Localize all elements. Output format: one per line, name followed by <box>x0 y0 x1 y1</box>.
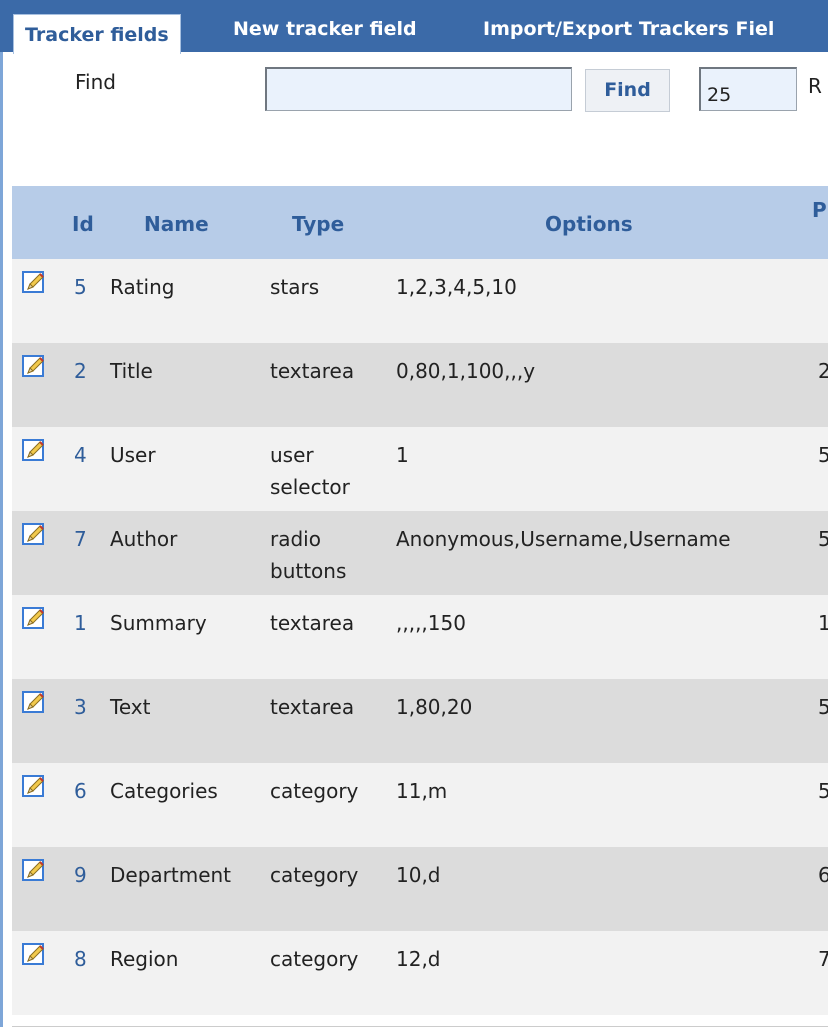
table-row: 5 Rating stars 1,2,3,4,5,10 <box>12 259 828 343</box>
row-type: category <box>270 947 359 971</box>
row-options: ,,,,,150 <box>396 611 466 635</box>
row-options: Anonymous,Username,Username <box>396 527 731 551</box>
row-type: category <box>270 863 359 887</box>
row-id-link[interactable]: 9 <box>74 859 87 891</box>
edit-pencil-icon[interactable] <box>22 607 46 631</box>
edit-pencil-icon[interactable] <box>22 355 46 379</box>
find-input[interactable] <box>265 67 572 111</box>
header-name[interactable]: Name <box>144 212 209 236</box>
max-records-label: R <box>808 74 822 98</box>
row-name: Text <box>110 695 151 719</box>
row-options: 11,m <box>396 779 448 803</box>
row-id-link[interactable]: 2 <box>74 355 87 387</box>
edit-pencil-icon[interactable] <box>22 691 46 715</box>
row-type: category <box>270 779 359 803</box>
row-type: textarea <box>270 359 355 383</box>
row-position: 7 <box>818 947 828 971</box>
row-options: 12,d <box>396 947 441 971</box>
row-type: stars <box>270 275 320 299</box>
row-name: Title <box>110 359 153 383</box>
edit-pencil-icon[interactable] <box>22 439 46 463</box>
row-position: 5 <box>818 695 828 719</box>
header-id[interactable]: Id <box>72 212 94 236</box>
table-row: 3 Text textarea 1,80,20 5 <box>12 679 828 763</box>
row-options: 1,2,3,4,5,10 <box>396 275 517 299</box>
header-type[interactable]: Type <box>292 212 344 236</box>
row-name: Department <box>110 863 232 887</box>
table-row: 9 Department category 10,d 6 <box>12 847 828 931</box>
row-options: 1,80,20 <box>396 695 473 719</box>
max-records-input[interactable] <box>699 67 797 111</box>
find-button[interactable]: Find <box>585 69 670 112</box>
row-position: 5 <box>818 527 828 551</box>
edit-pencil-icon[interactable] <box>22 943 46 967</box>
row-position: 2 <box>818 359 828 383</box>
row-position: 1 <box>818 611 828 635</box>
row-id-link[interactable]: 7 <box>74 523 87 555</box>
row-id-link[interactable]: 8 <box>74 943 87 975</box>
left-border <box>0 0 3 1027</box>
header-options[interactable]: Options <box>545 212 633 236</box>
row-name: Categories <box>110 779 218 803</box>
tab-import-export[interactable]: Import/Export Trackers Fiel <box>483 10 774 51</box>
table-row: 8 Region category 12,d 7 <box>12 931 828 1015</box>
edit-pencil-icon[interactable] <box>22 859 46 883</box>
row-type: radio buttons <box>270 527 347 583</box>
table-row: 6 Categories category 11,m 5 <box>12 763 828 847</box>
row-id-link[interactable]: 6 <box>74 775 87 807</box>
row-options: 10,d <box>396 863 441 887</box>
table-row: 1 Summary textarea ,,,,,150 1 <box>12 595 828 679</box>
row-name: Author <box>110 527 178 551</box>
row-type: textarea <box>270 611 355 635</box>
table-row: 2 Title textarea 0,80,1,100,,,y 2 <box>12 343 828 427</box>
row-options: 0,80,1,100,,,y <box>396 359 536 383</box>
row-type: user selector <box>270 443 350 499</box>
row-id-link[interactable]: 4 <box>74 439 87 471</box>
find-label: Find <box>75 70 116 94</box>
row-name: Rating <box>110 275 175 299</box>
header-position[interactable]: P <box>812 198 827 222</box>
row-id-link[interactable]: 3 <box>74 691 87 723</box>
row-options: 1 <box>396 443 409 467</box>
row-position: 5 <box>818 443 828 467</box>
row-position: 5 <box>818 779 828 803</box>
row-position: 6 <box>818 863 828 887</box>
row-id-link[interactable]: 5 <box>74 271 87 303</box>
tab-new-tracker-field[interactable]: New tracker field <box>233 10 417 51</box>
row-name: Summary <box>110 611 207 635</box>
table-row: 4 User user selector 1 5 <box>12 427 828 511</box>
row-name: User <box>110 443 156 467</box>
edit-pencil-icon[interactable] <box>22 271 46 295</box>
row-id-link[interactable]: 1 <box>74 607 87 639</box>
edit-pencil-icon[interactable] <box>22 775 46 799</box>
tab-tracker-fields[interactable]: Tracker fields <box>13 14 181 54</box>
table-row: 7 Author radio buttons Anonymous,Username,U… <box>12 511 828 595</box>
row-name: Region <box>110 947 179 971</box>
row-type: textarea <box>270 695 355 719</box>
edit-pencil-icon[interactable] <box>22 523 46 547</box>
tab-bar: Tracker fields New tracker field Import/… <box>0 0 828 54</box>
table-header: Id Name Type Options P <box>12 186 828 259</box>
